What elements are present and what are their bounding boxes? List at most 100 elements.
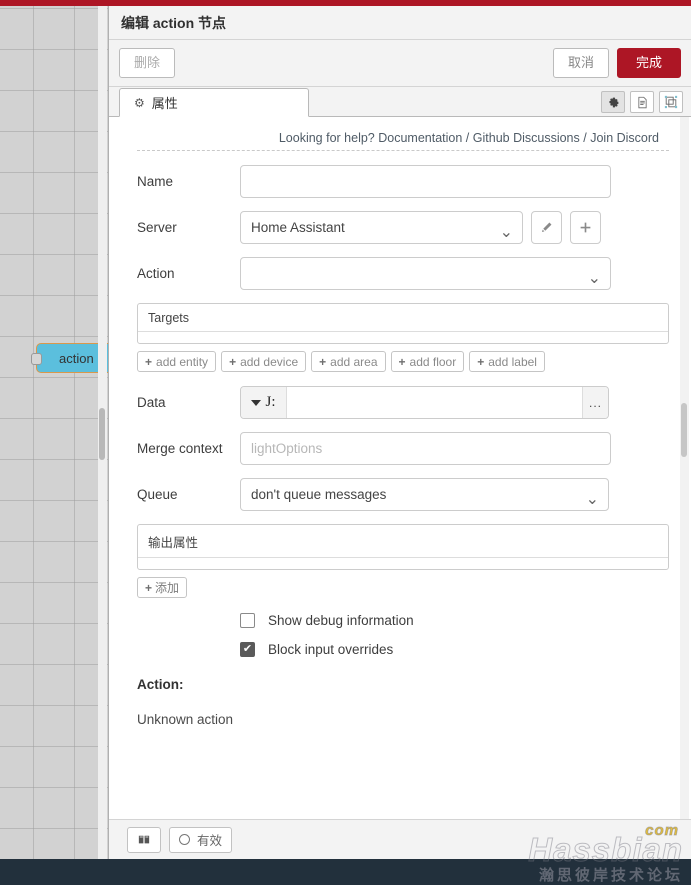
plus-icon: + [145, 580, 153, 595]
show-debug-checkbox[interactable] [240, 613, 255, 628]
block-input-label: Block input overrides [268, 642, 394, 657]
action-label: Action [137, 266, 175, 281]
action-input[interactable] [240, 257, 611, 290]
canvas-scrollbar[interactable] [98, 6, 107, 859]
add-floor-label: add floor [409, 354, 457, 369]
add-output-property-label: 添加 [155, 581, 180, 595]
action-select-wrap: ⌄ [240, 257, 611, 290]
canvas-scrollbar-thumb[interactable] [99, 408, 105, 460]
row-action: Action ⌄ [137, 257, 669, 290]
dialog-scrollbar[interactable] [680, 117, 689, 819]
plus-icon [580, 222, 591, 233]
data-input[interactable] [287, 387, 582, 418]
targets-chip-row: + add entity + add device + add area + a… [137, 351, 669, 372]
tab-bar: ⚙ 属性 [109, 87, 691, 117]
canvas-node-label: action [59, 350, 94, 366]
row-data: Data J: ... [137, 386, 669, 419]
book-icon [138, 835, 150, 843]
action-section-title: Action: [137, 677, 184, 692]
server-select[interactable]: Home Assistant [240, 211, 523, 244]
plus-icon: + [477, 354, 485, 369]
help-sep-1: / [465, 131, 470, 145]
pencil-icon [541, 222, 552, 233]
queue-select-wrap: don't queue messages ⌄ [240, 478, 609, 511]
layout-icon [664, 95, 678, 109]
edit-node-dialog: 编辑 action 节点 删除 取消 完成 ⚙ 属性 Looking for h… [108, 6, 691, 859]
row-name: Name [137, 165, 669, 198]
dialog-body: Looking for help? Documentation / Github… [109, 117, 691, 819]
merge-context-label: Merge context [137, 441, 223, 456]
name-label: Name [137, 174, 174, 189]
server-label: Server [137, 220, 177, 235]
gear-icon [608, 97, 618, 107]
plus-icon: + [229, 354, 237, 369]
add-area-button[interactable]: + add area [311, 351, 386, 372]
targets-empty-area [138, 332, 668, 343]
bottom-strip [0, 859, 691, 885]
node-info-button[interactable] [127, 826, 161, 853]
dialog-footer: 有效 [109, 819, 691, 859]
add-device-button[interactable]: + add device [221, 351, 307, 372]
tab-properties[interactable]: ⚙ 属性 [119, 88, 309, 117]
targets-header: Targets [138, 304, 668, 332]
merge-context-input[interactable] [240, 432, 611, 465]
enabled-toggle-button[interactable]: 有效 [169, 826, 233, 853]
block-input-checkbox[interactable] [240, 642, 255, 657]
row-queue: Queue don't queue messages ⌄ [137, 478, 669, 511]
output-properties-empty-area [138, 558, 668, 569]
row-merge-context: Merge context [137, 432, 669, 465]
row-show-debug: Show debug information [240, 613, 669, 628]
help-sep-2: / [583, 131, 587, 145]
flow-canvas[interactable]: action [0, 6, 108, 859]
cancel-button[interactable]: 取消 [552, 48, 609, 78]
documentation-link[interactable]: Documentation [378, 131, 462, 145]
plus-icon: + [145, 354, 153, 369]
add-device-label: add device [240, 354, 299, 369]
help-line: Looking for help? Documentation / Github… [137, 131, 669, 150]
server-select-wrap: Home Assistant ⌄ [240, 211, 523, 244]
plus-icon: + [319, 354, 327, 369]
edit-server-button[interactable] [531, 211, 562, 244]
targets-panel: Targets [137, 303, 669, 344]
join-discord-link[interactable]: Join Discord [590, 131, 659, 145]
add-label-label: add label [488, 354, 537, 369]
action-section-text: Unknown action [137, 712, 234, 727]
properties-form: Looking for help? Documentation / Github… [109, 117, 691, 727]
data-typed-input: J: ... [240, 386, 609, 419]
settings-icon-button[interactable] [601, 91, 625, 113]
name-input[interactable] [240, 165, 611, 198]
show-debug-label: Show debug information [268, 613, 414, 628]
help-prefix: Looking for help? [278, 131, 375, 145]
queue-select[interactable]: don't queue messages [240, 478, 609, 511]
row-block-input: Block input overrides [240, 642, 669, 657]
row-server: Server Home Assistant ⌄ [137, 211, 669, 244]
tab-properties-label: 属性 [151, 96, 178, 111]
github-discussions-link[interactable]: Github Discussions [473, 131, 580, 145]
delete-button[interactable]: 删除 [119, 48, 176, 78]
json-type-icon: J: [265, 394, 276, 410]
add-floor-button[interactable]: + add floor [390, 351, 465, 372]
add-output-property-button[interactable]: + 添加 [137, 577, 188, 598]
add-entity-button[interactable]: + add entity [137, 351, 217, 372]
output-properties-header: 输出属性 [138, 525, 668, 558]
node-input-port[interactable] [31, 353, 42, 365]
add-entity-label: add entity [156, 354, 209, 369]
plus-icon: + [398, 354, 406, 369]
data-expand-button[interactable]: ... [582, 387, 608, 418]
queue-label: Queue [137, 487, 178, 502]
dialog-title: 编辑 action 节点 [109, 6, 691, 40]
add-server-button[interactable] [570, 211, 601, 244]
document-icon [637, 96, 647, 108]
data-type-selector[interactable]: J: [241, 387, 287, 418]
done-button[interactable]: 完成 [616, 48, 681, 78]
dialog-scrollbar-thumb[interactable] [681, 403, 687, 457]
data-label: Data [137, 395, 166, 410]
appearance-icon-button[interactable] [659, 91, 683, 113]
app-root: action 编辑 action 节点 删除 取消 完成 ⚙ 属性 Lookin… [0, 0, 691, 885]
circle-icon [179, 834, 190, 845]
description-icon-button[interactable] [630, 91, 654, 113]
gear-icon: ⚙ [134, 95, 145, 110]
output-properties-panel: 输出属性 [137, 524, 669, 570]
add-label-button[interactable]: + add label [469, 351, 545, 372]
tab-bar-icons [601, 91, 683, 113]
